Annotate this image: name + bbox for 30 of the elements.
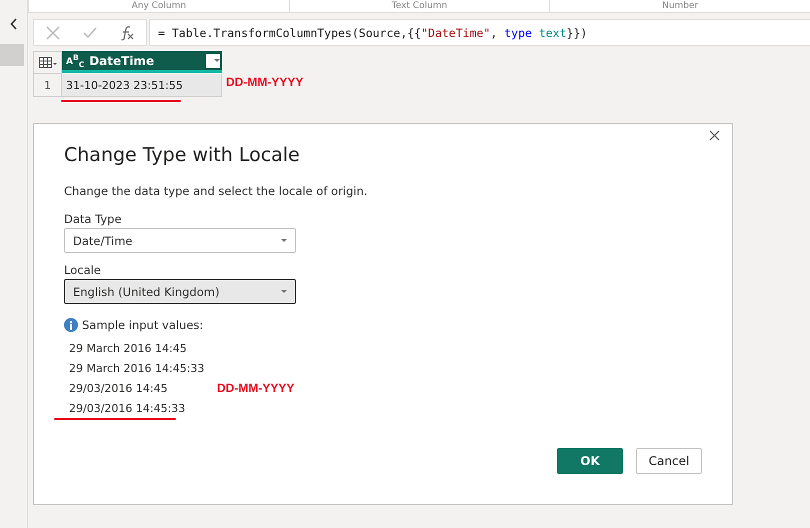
table-cell: 31-10-2023 23:51:55 (62, 74, 222, 97)
chevron-left-icon[interactable] (10, 18, 18, 30)
dialog-title: Change Type with Locale (64, 144, 301, 166)
formula-field[interactable]: = Table.TransformColumnTypes(Source,{{"DateTime", type text}}) (149, 19, 810, 46)
filter-dropdown-button[interactable] (206, 54, 220, 68)
dropdown-field[interactable]: Date/Time (64, 228, 296, 253)
ok-button[interactable]: OK (557, 448, 623, 474)
dropdown-field[interactable]: English (United Kingdom) (64, 279, 296, 304)
sample-value: 29/03/2016 14:45 (68, 382, 169, 394)
column-header: Text Column (288, 0, 550, 12)
field-label: Data Type (64, 212, 123, 226)
field-label: Locale (64, 263, 102, 277)
checkmark-icon[interactable] (82, 26, 97, 38)
column-header[interactable]: A$^{B}$$_{C}$ DateTime (62, 51, 222, 73)
column-header: Number (549, 0, 810, 12)
sample-heading: Sample input values: (82, 318, 204, 332)
dialog-description: Change the data type and select the locale of origin. (64, 184, 368, 198)
sample-value: 29 March 2016 14:45 (68, 342, 188, 354)
sample-value: 29 March 2016 14:45:33 (68, 362, 206, 374)
annotation-label: DD-MM-YYYY (217, 381, 294, 395)
annotation-label: DD-MM-YYYY (226, 75, 304, 89)
table-grid-icon[interactable] (38, 56, 56, 68)
info-icon (64, 318, 78, 332)
column-header: Any Column (28, 0, 289, 12)
table-menu-button[interactable] (33, 51, 62, 74)
column-name: DateTime (89, 54, 154, 68)
sample-value: 29/03/2016 14:45:33 (68, 402, 186, 414)
row-number: 1 (33, 74, 62, 97)
cancel-button[interactable]: Cancel (636, 448, 702, 474)
function-icon[interactable] (120, 24, 134, 40)
